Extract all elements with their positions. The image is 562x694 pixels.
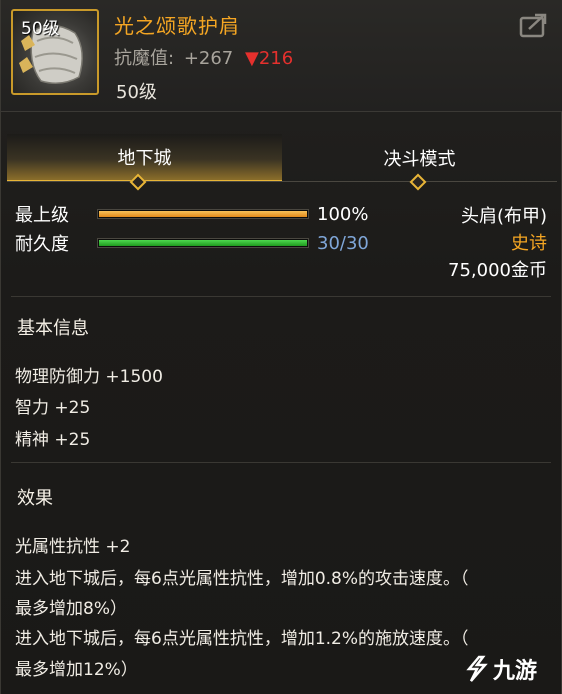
effect-line: 光属性抗性 +2: [15, 537, 131, 557]
item-header: 50级 光之颂歌护肩 抗魔值: +267 ▼216 50级: [1, 0, 562, 112]
effect-line: 进入地下城后，每6点光属性抗性，增加0.8%的攻击速度。（: [15, 569, 469, 589]
section-divider: [11, 296, 551, 297]
item-tooltip-panel: 50级 光之颂歌护肩 抗魔值: +267 ▼216 50级 地下城 决斗模式 最…: [0, 0, 562, 694]
item-level-text: 50级: [116, 82, 157, 103]
magic-resist-diff: 216: [258, 48, 294, 69]
magic-resist-label: 抗魔值:: [114, 48, 175, 69]
top-grade-value: 100%: [317, 203, 369, 225]
magic-resist-value: +267: [183, 48, 234, 69]
mode-tabs: 地下城 决斗模式: [7, 134, 557, 182]
effect-line: 最多增加12%）: [15, 660, 138, 680]
tab-divider-line: [7, 181, 557, 182]
tab-dungeon[interactable]: 地下城: [7, 134, 282, 182]
export-icon: [519, 13, 547, 38]
durability-bar: [97, 238, 309, 248]
item-title: 光之颂歌护肩: [114, 14, 240, 38]
item-rarity: 史诗: [511, 233, 547, 254]
basic-info-line: 物理防御力 +1500: [15, 367, 163, 387]
durability-label: 耐久度: [15, 234, 69, 255]
top-grade-bar: [97, 209, 309, 219]
section-divider: [11, 462, 551, 463]
basic-info-title: 基本信息: [17, 318, 89, 339]
top-grade-fill: [99, 211, 307, 217]
site-watermark: 九游: [463, 654, 547, 684]
item-price: 75,000金币: [448, 260, 547, 281]
tab-duel-label: 决斗模式: [383, 149, 456, 170]
item-icon-frame: 50级: [11, 9, 99, 95]
top-grade-row: 最上级 100%: [15, 201, 368, 227]
watermark-text: 九游: [493, 659, 538, 684]
basic-info-line: 精神 +25: [15, 430, 91, 450]
effect-line: 最多增加8%）: [15, 599, 127, 619]
down-arrow-icon: ▼: [245, 48, 259, 69]
item-level-badge: 50级: [21, 19, 60, 39]
watermark-logo-icon: [466, 655, 488, 682]
item-slot: 头肩(布甲): [460, 206, 547, 227]
durability-row: 耐久度 30/30: [15, 230, 369, 256]
durability-value: 30/30: [317, 232, 369, 254]
effect-title: 效果: [17, 488, 53, 509]
basic-info-line: 智力 +25: [15, 398, 91, 418]
durability-fill: [99, 240, 307, 246]
effect-line: 进入地下城后，每6点光属性抗性，增加1.2%的施放速度。（: [15, 629, 469, 649]
top-grade-label: 最上级: [15, 205, 69, 226]
export-button[interactable]: [519, 12, 549, 38]
tab-dungeon-label: 地下城: [117, 148, 172, 169]
magic-resist-line: 抗魔值: +267 ▼216: [114, 44, 293, 70]
